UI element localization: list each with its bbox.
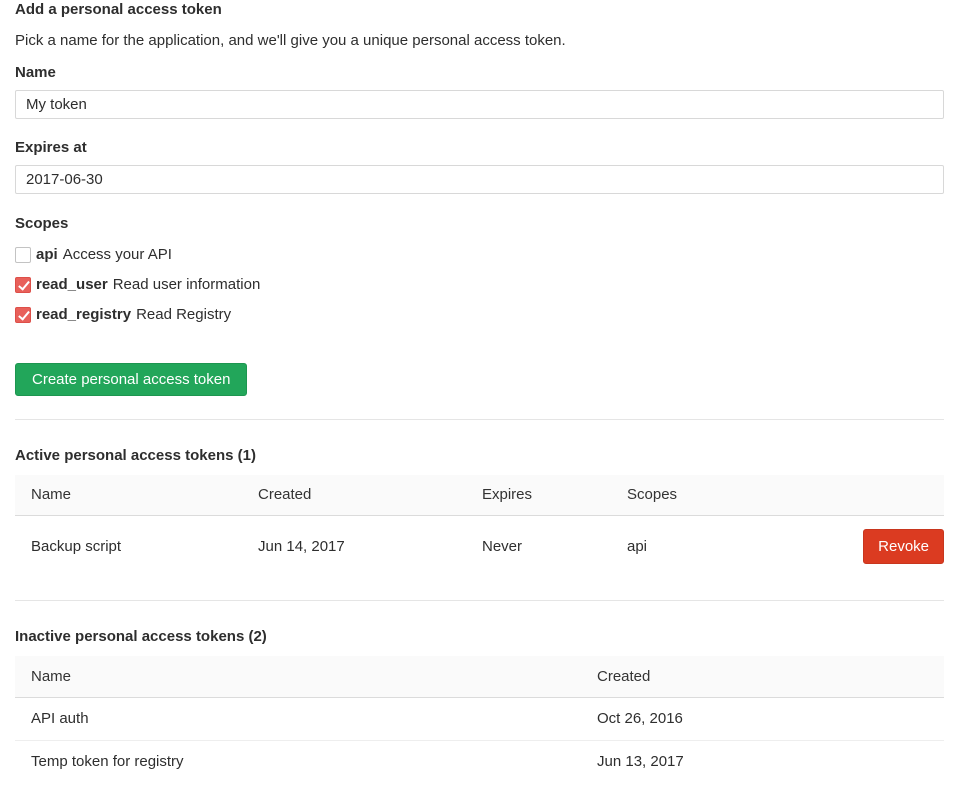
expires-at-input[interactable] <box>15 165 944 194</box>
add-token-heading: Add a personal access token <box>15 2 944 18</box>
scope-row-read-user: read_user Read user information <box>15 277 944 293</box>
token-name-cell: Backup script <box>15 515 242 577</box>
token-created-cell: Jun 13, 2017 <box>581 740 944 783</box>
token-scopes-cell: api <box>611 515 771 577</box>
add-token-description: Pick a name for the application, and we'… <box>15 32 944 49</box>
inactive-tokens-heading: Inactive personal access tokens (2) <box>15 629 944 645</box>
expires-at-label: Expires at <box>15 140 944 156</box>
column-header-name: Name <box>15 656 581 697</box>
token-expires-cell: Never <box>466 515 611 577</box>
token-created-cell: Jun 14, 2017 <box>242 515 466 577</box>
scopes-label: Scopes <box>15 216 944 232</box>
active-tokens-table: Name Created Expires Scopes Backup scrip… <box>15 475 944 577</box>
scope-description: Read user information <box>113 277 261 293</box>
scope-name: api <box>36 247 58 263</box>
scope-name: read_user <box>36 277 108 293</box>
table-row: Backup script Jun 14, 2017 Never api Rev… <box>15 515 944 577</box>
scope-description: Access your API <box>63 247 172 263</box>
section-divider <box>15 419 944 420</box>
column-header-expires: Expires <box>466 475 611 515</box>
scope-description: Read Registry <box>136 307 231 323</box>
name-label: Name <box>15 65 944 81</box>
token-name-cell: API auth <box>15 697 581 740</box>
table-row: API auth Oct 26, 2016 <box>15 697 944 740</box>
column-header-created: Created <box>242 475 466 515</box>
inactive-tokens-table: Name Created API auth Oct 26, 2016 Temp … <box>15 656 944 783</box>
column-header-name: Name <box>15 475 242 515</box>
table-header-row: Name Created Expires Scopes <box>15 475 944 515</box>
revoke-button[interactable]: Revoke <box>863 529 944 564</box>
personal-access-tokens-page: Add a personal access token Pick a name … <box>0 0 959 803</box>
scope-name: read_registry <box>36 307 131 323</box>
token-created-cell: Oct 26, 2016 <box>581 697 944 740</box>
table-row: Temp token for registry Jun 13, 2017 <box>15 740 944 783</box>
token-name-cell: Temp token for registry <box>15 740 581 783</box>
read-user-scope-checkbox[interactable] <box>15 277 31 293</box>
column-header-scopes: Scopes <box>611 475 771 515</box>
token-name-input[interactable] <box>15 90 944 119</box>
read-registry-scope-checkbox[interactable] <box>15 307 31 323</box>
section-divider <box>15 600 944 601</box>
column-header-actions <box>771 475 944 515</box>
scope-row-read-registry: read_registry Read Registry <box>15 307 944 323</box>
table-header-row: Name Created <box>15 656 944 697</box>
active-tokens-heading: Active personal access tokens (1) <box>15 448 944 464</box>
column-header-created: Created <box>581 656 944 697</box>
create-token-button[interactable]: Create personal access token <box>15 363 247 396</box>
scope-row-api: api Access your API <box>15 247 944 263</box>
api-scope-checkbox[interactable] <box>15 247 31 263</box>
